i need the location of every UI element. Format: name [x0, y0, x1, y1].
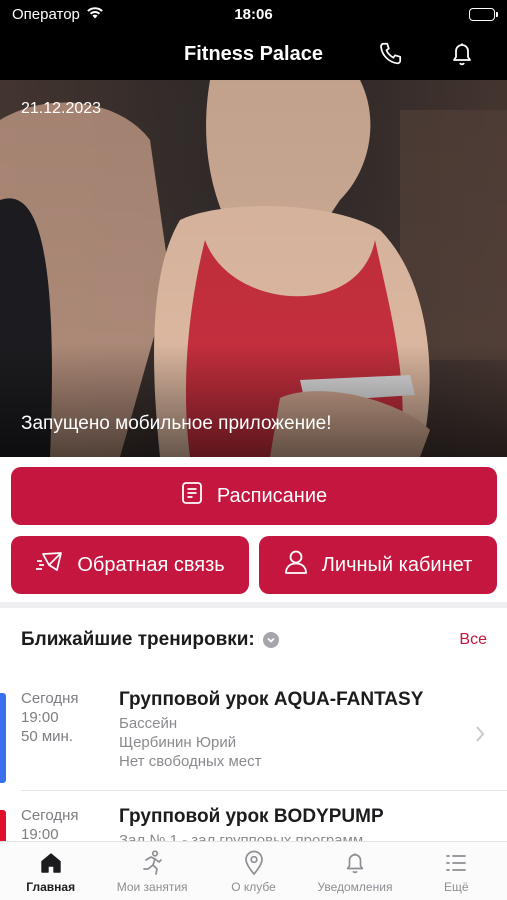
workout-title: Групповой урок AQUA-FANTASY [119, 689, 424, 710]
news-photo [0, 80, 507, 457]
workout-day: Сегодня [21, 807, 79, 824]
bell-icon[interactable] [448, 40, 476, 68]
list-icon [445, 850, 467, 876]
app-title: Fitness Palace [184, 42, 323, 65]
tab-more[interactable]: Ещё [406, 842, 507, 900]
workout-location: Бассейн [119, 715, 178, 732]
news-date: 21.12.2023 [21, 100, 102, 117]
phone-icon[interactable] [377, 40, 405, 68]
news-caption: Запущено мобильное приложение! [21, 413, 332, 434]
navigation-bar: Fitness Palace [0, 28, 507, 80]
bell-icon [344, 850, 366, 876]
workout-item[interactable]: Сегодня 19:00 50 мин. Групповой урок AQU… [0, 689, 507, 799]
workout-availability: Нет свободных мест [119, 753, 262, 770]
feedback-button[interactable]: Обратная связь [11, 536, 249, 594]
carrier-label: Оператор [12, 5, 80, 23]
workout-time: 19:00 [21, 709, 59, 726]
tab-label: О клубе [231, 880, 276, 894]
status-left: Оператор [12, 6, 104, 23]
workout-title: Групповой урок BODYPUMP [119, 806, 384, 827]
runner-icon [141, 850, 163, 876]
feedback-label: Обратная связь [77, 553, 225, 576]
news-banner[interactable]: 21.12.2023 Запущено мобильное приложение… [0, 80, 507, 457]
upcoming-title[interactable]: Ближайшие тренировки: [21, 629, 279, 651]
tab-label: Мои занятия [116, 880, 188, 894]
row-divider [21, 790, 507, 791]
personal-account-label: Личный кабинет [321, 553, 473, 576]
tab-notifications[interactable]: Уведомления [304, 842, 405, 900]
tab-label: Главная [26, 880, 76, 894]
section-separator [0, 602, 507, 608]
personal-account-button[interactable]: Личный кабинет [259, 536, 497, 594]
battery-icon [469, 7, 498, 21]
user-icon [284, 549, 308, 581]
tab-about-club[interactable]: О клубе [203, 842, 304, 900]
workout-trainer: Щербинин Юрий [119, 734, 237, 751]
location-pin-icon [244, 850, 264, 876]
workout-day: Сегодня [21, 690, 79, 707]
send-message-icon [35, 550, 63, 580]
status-bar: Оператор 18:06 [0, 0, 507, 28]
tab-my-classes[interactable]: Мои занятия [101, 842, 202, 900]
tab-bar: Главная Мои занятия О клубе Уведомления … [0, 841, 507, 900]
chevron-down-icon[interactable] [262, 632, 279, 648]
wifi-icon [86, 6, 104, 23]
workout-when: Сегодня 19:00 [21, 806, 79, 844]
schedule-button[interactable]: Расписание [11, 467, 497, 525]
workout-duration: 50 мин. [21, 728, 73, 745]
chevron-right-icon [475, 725, 485, 748]
upcoming-title-label: Ближайшие тренировки: [21, 629, 255, 650]
tab-label: Ещё [444, 880, 469, 894]
workout-color-bar [0, 693, 6, 783]
see-all-link[interactable]: Все [459, 631, 487, 649]
schedule-label: Расписание [216, 484, 328, 507]
tab-label: Уведомления [317, 880, 393, 894]
tab-home[interactable]: Главная [0, 842, 101, 900]
workout-when: Сегодня 19:00 50 мин. [21, 689, 79, 746]
workout-info: Групповой урок AQUA-FANTASY Бассейн Щерб… [119, 689, 423, 771]
schedule-icon [181, 481, 203, 511]
home-icon [39, 850, 63, 876]
